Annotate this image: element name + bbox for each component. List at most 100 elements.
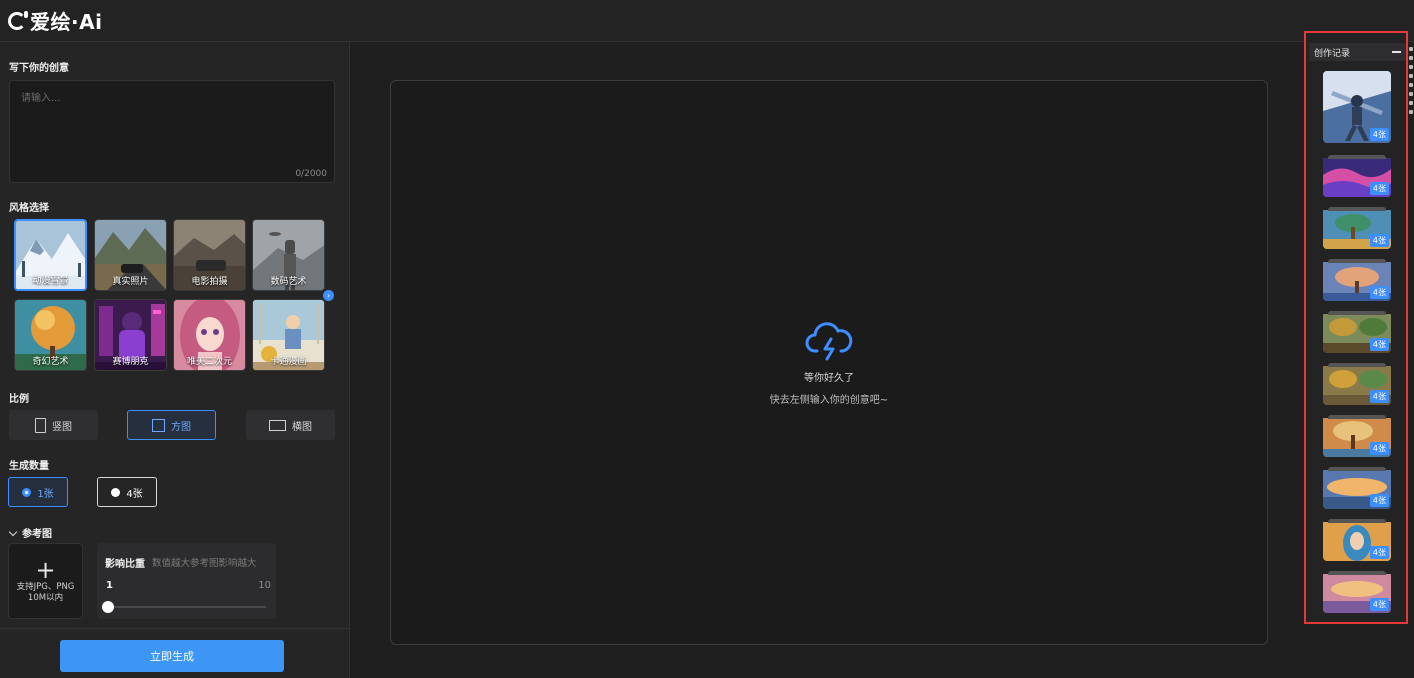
history-item[interactable]: 4张 [1323, 71, 1391, 143]
side-dot-icon[interactable] [1409, 47, 1413, 51]
weight-slider-track[interactable] [107, 606, 266, 608]
weight-title: 影响比重 [105, 559, 145, 570]
weight-slider-handle[interactable] [102, 601, 114, 613]
image-count-badge: 4张 [1369, 494, 1389, 507]
style-card-fantasy[interactable]: 奇幻艺术 [14, 299, 87, 371]
image-count-badge: 4张 [1369, 286, 1389, 299]
weight-min: 1 [106, 580, 113, 591]
plus-icon: + [35, 556, 56, 584]
side-dot-icon[interactable] [1409, 110, 1413, 114]
style-card-cartoon[interactable]: 卡通漫画 [252, 299, 325, 371]
cloud-lightning-icon [805, 322, 853, 361]
style-card-cyberpunk[interactable]: 赛博朋克 [94, 299, 167, 371]
radio-selected-icon [22, 487, 32, 497]
stack-edge [1328, 415, 1386, 419]
image-count-badge: 4张 [1369, 128, 1389, 141]
style-card-anime[interactable]: 唯美二次元 [173, 299, 246, 371]
style-card-real-photo[interactable]: 真实照片 [94, 219, 167, 291]
history-title: 创作记录 [1314, 49, 1351, 59]
generate-button[interactable]: 立即生成 [60, 640, 284, 672]
side-dot-icon[interactable] [1409, 65, 1413, 69]
style-label: 赛博朋克 [112, 357, 149, 367]
history-panel: 创作记录 4张 4张 4张 4张 4张 4张 4张 4张 4张 4张 [1304, 31, 1408, 624]
style-next-icon[interactable]: › [323, 290, 334, 301]
style-label: 数码艺术 [270, 277, 307, 287]
side-dot-icon[interactable] [1409, 83, 1413, 87]
ratio-label: 方图 [171, 421, 191, 433]
history-item[interactable]: 4张 [1323, 415, 1391, 457]
ratio-portrait-button[interactable]: 竖图 [9, 410, 98, 440]
landscape-icon [269, 419, 286, 431]
image-count-badge: 4张 [1369, 390, 1389, 403]
weight-max: 10 [258, 580, 271, 591]
image-count-badge: 4张 [1369, 546, 1389, 559]
reference-title: 参考图 [22, 529, 52, 540]
empty-subtitle: 快去左侧输入你的创意吧~ [769, 395, 889, 406]
ratio-square-button[interactable]: 方图 [127, 410, 216, 440]
weight-panel: 影响比重 数值越大参考图影响越大 1 10 [97, 543, 276, 619]
weight-hint: 数值越大参考图影响越大 [152, 558, 257, 569]
stack-edge [1328, 259, 1386, 263]
prompt-input[interactable]: 请输入... 0/2000 [9, 80, 335, 183]
collapse-icon[interactable] [1392, 51, 1401, 53]
stack-edge [1328, 519, 1386, 523]
side-tool-strip [1408, 42, 1414, 172]
style-label: 真实照片 [112, 277, 149, 287]
style-title: 风格选择 [9, 203, 49, 214]
history-item[interactable]: 4张 [1323, 363, 1391, 405]
top-bar: 爱绘·Ai [0, 0, 1414, 42]
ratio-label: 竖图 [52, 421, 72, 433]
style-label: 唯美二次元 [186, 357, 232, 367]
image-count-badge: 4张 [1369, 234, 1389, 247]
quantity-title: 生成数量 [9, 461, 49, 472]
history-item[interactable]: 4张 [1323, 207, 1391, 249]
style-card-cinematic[interactable]: 电影拍摄 [173, 219, 246, 291]
history-item[interactable]: 4张 [1323, 155, 1391, 197]
style-label: 卡通漫画 [270, 357, 307, 367]
style-card-digital-art[interactable]: 数码艺术 [252, 219, 325, 291]
history-item[interactable]: 4张 [1323, 519, 1391, 561]
quantity-label: 1张 [37, 488, 54, 500]
quantity-1-button[interactable]: 1张 [8, 477, 68, 507]
style-card-anime-snow[interactable]: 动漫雪景 [14, 219, 87, 291]
stack-edge [1328, 363, 1386, 367]
image-count-badge: 4张 [1369, 442, 1389, 455]
chevron-down-icon [8, 527, 18, 537]
style-label: 奇幻艺术 [32, 357, 69, 367]
result-canvas: 等你好久了 快去左侧输入你的创意吧~ [390, 80, 1268, 645]
logo-icon [8, 10, 28, 30]
divider [0, 628, 350, 629]
image-count-badge: 4张 [1369, 338, 1389, 351]
ratio-title: 比例 [9, 394, 29, 405]
side-dot-icon[interactable] [1409, 92, 1413, 96]
history-item[interactable]: 4张 [1323, 259, 1391, 301]
side-dot-icon[interactable] [1409, 74, 1413, 78]
empty-state: 等你好久了 快去左侧输入你的创意吧~ [391, 321, 1267, 406]
stack-edge [1328, 155, 1386, 159]
radio-unselected-icon [111, 487, 121, 497]
history-item[interactable]: 4张 [1323, 467, 1391, 509]
left-panel: 写下你的创意 请输入... 0/2000 风格选择 动漫雪景 真实照片 电影拍摄… [0, 42, 350, 678]
upload-hint-format: 支持JPG、PNG [16, 582, 75, 592]
image-count-badge: 4张 [1369, 598, 1389, 611]
image-count-badge: 4张 [1369, 182, 1389, 195]
history-item[interactable]: 4张 [1323, 311, 1391, 353]
stack-edge [1328, 467, 1386, 471]
side-dot-icon[interactable] [1409, 101, 1413, 105]
upload-hint-size: 10M以内 [27, 593, 64, 603]
history-item[interactable]: 4张 [1323, 571, 1391, 613]
ratio-landscape-button[interactable]: 横图 [246, 410, 335, 440]
history-header: 创作记录 [1309, 43, 1406, 61]
reference-upload[interactable]: + 支持JPG、PNG 10M以内 [8, 543, 83, 619]
empty-title: 等你好久了 [804, 373, 854, 384]
stack-edge [1328, 207, 1386, 211]
quantity-4-button[interactable]: 4张 [97, 477, 157, 507]
stack-edge [1328, 571, 1386, 575]
portrait-icon [35, 417, 46, 433]
reference-toggle[interactable]: 参考图 [8, 525, 52, 540]
prompt-placeholder: 请输入... [21, 93, 61, 104]
style-grid: 动漫雪景 真实照片 电影拍摄 数码艺术 奇幻艺术 赛博朋克 唯美二次元 卡通漫画 [14, 219, 334, 374]
style-label: 动漫雪景 [32, 276, 69, 286]
side-dot-icon[interactable] [1409, 56, 1413, 60]
ratio-label: 横图 [292, 421, 312, 433]
